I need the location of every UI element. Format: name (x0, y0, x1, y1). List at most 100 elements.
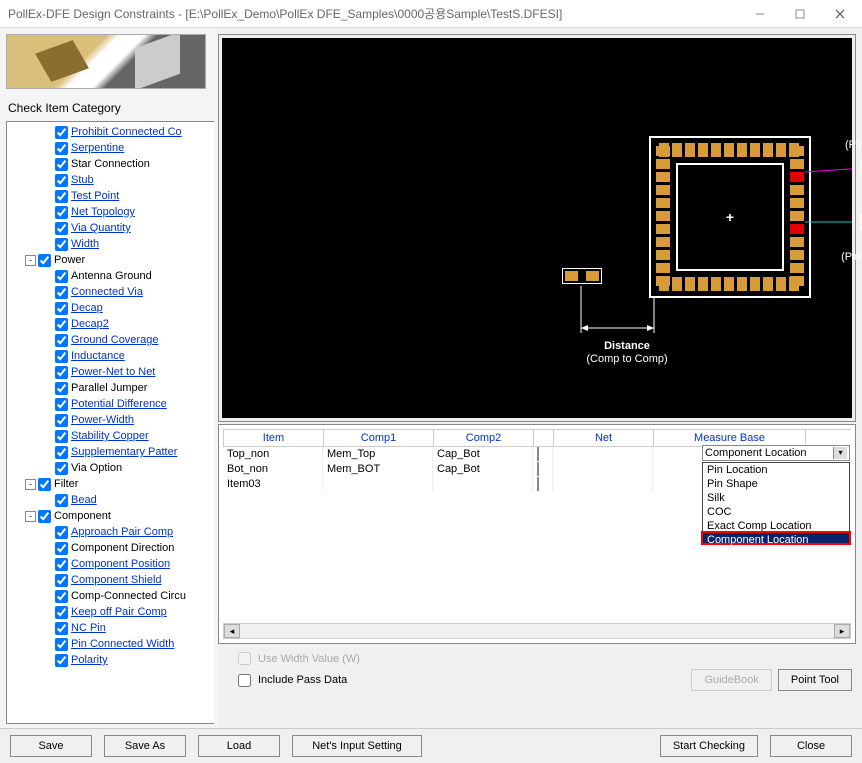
tree-checkbox[interactable] (55, 174, 68, 187)
measure-base-dropdown[interactable]: Pin LocationPin ShapeSilkCOCExact Comp L… (702, 462, 850, 544)
tree-item[interactable]: - Component (7, 508, 214, 524)
maximize-button[interactable] (780, 1, 820, 27)
tree-item[interactable]: Serpentine (7, 140, 214, 156)
tree-item[interactable]: Pin Connected Width (7, 636, 214, 652)
tree-label[interactable]: Component Position (71, 558, 170, 570)
scroll-right-icon[interactable]: ▸ (834, 624, 850, 638)
dropdown-option[interactable]: Silk (703, 491, 849, 505)
col-net[interactable]: Net (554, 430, 654, 447)
tree-item[interactable]: Prohibit Connected Co (7, 124, 214, 140)
tree-checkbox[interactable] (55, 270, 68, 283)
point-tool-button[interactable]: Point Tool (778, 669, 852, 691)
tree-label[interactable]: Bead (71, 494, 97, 506)
tree-item[interactable]: Power-Net to Net (7, 364, 214, 380)
tree-label[interactable]: Test Point (71, 190, 119, 202)
tree-checkbox[interactable] (55, 430, 68, 443)
tree-checkbox[interactable] (55, 542, 68, 555)
tree-label[interactable]: Approach Pair Comp (71, 526, 173, 538)
start-checking-button[interactable]: Start Checking (660, 735, 758, 757)
tree-checkbox[interactable] (55, 206, 68, 219)
tree-label[interactable]: Power-Net to Net (71, 366, 155, 378)
tree-checkbox[interactable] (55, 398, 68, 411)
tree-item[interactable]: Power-Width (7, 412, 214, 428)
tree-checkbox[interactable] (55, 494, 68, 507)
tree-checkbox[interactable] (55, 222, 68, 235)
tree-label[interactable]: Pin Connected Width (71, 638, 174, 650)
tree-item[interactable]: Via Quantity (7, 220, 214, 236)
tree-label[interactable]: Parallel Jumper (71, 382, 147, 394)
guidebook-button[interactable]: GuideBook (691, 669, 771, 691)
tree-checkbox[interactable] (55, 286, 68, 299)
tree-item[interactable]: Polarity (7, 652, 214, 668)
tree-item[interactable]: Ground Coverage (7, 332, 214, 348)
tree-item[interactable]: Antenna Ground (7, 268, 214, 284)
tree-checkbox[interactable] (55, 238, 68, 251)
tree-checkbox[interactable] (55, 638, 68, 651)
net-input-button[interactable]: Net's Input Setting (292, 735, 422, 757)
tree-checkbox[interactable] (55, 158, 68, 171)
tree-label[interactable]: Antenna Ground (71, 270, 152, 282)
tree-checkbox[interactable] (55, 190, 68, 203)
tree-item[interactable]: NC Pin (7, 620, 214, 636)
tree-item[interactable]: -Power (7, 252, 214, 268)
tree-item[interactable]: Decap2 (7, 316, 214, 332)
minimize-button[interactable] (740, 1, 780, 27)
tree-label[interactable]: Component (54, 510, 111, 522)
close-bottom-button[interactable]: Close (770, 735, 852, 757)
tree-label[interactable]: Star Connection (71, 158, 150, 170)
tree-label[interactable]: Component Shield (71, 574, 162, 586)
tree-label[interactable]: Decap2 (71, 318, 109, 330)
tree-checkbox[interactable] (55, 462, 68, 475)
tree-checkbox[interactable] (55, 622, 68, 635)
tree-checkbox[interactable] (55, 382, 68, 395)
tree-label[interactable]: NC Pin (71, 622, 106, 634)
tree-label[interactable]: Ground Coverage (71, 334, 158, 346)
tree-checkbox[interactable] (55, 558, 68, 571)
dropdown-option[interactable]: Pin Shape (703, 477, 849, 491)
tree-label[interactable]: Serpentine (71, 142, 124, 154)
dropdown-option[interactable]: Component Location (701, 531, 851, 545)
save-as-button[interactable]: Save As (104, 735, 186, 757)
tree-label[interactable]: Polarity (71, 654, 108, 666)
tree-item[interactable]: Approach Pair Comp (7, 524, 214, 540)
measure-base-select[interactable]: Component Location▾ (702, 445, 850, 461)
col-comp1[interactable]: Comp1 (324, 430, 434, 447)
expand-icon[interactable]: - (25, 511, 36, 522)
tree-label[interactable]: Decap (71, 302, 103, 314)
load-button[interactable]: Load (198, 735, 280, 757)
tree-item[interactable]: Stub (7, 172, 214, 188)
tree-label[interactable]: Supplementary Patter (71, 446, 177, 458)
tree-item[interactable]: Width (7, 236, 214, 252)
tree-checkbox[interactable] (55, 318, 68, 331)
tree-label[interactable]: Potential Difference (71, 398, 167, 410)
tree-checkbox[interactable] (55, 126, 68, 139)
table-hscroll[interactable]: ◂ ▸ (223, 623, 851, 639)
tree-checkbox[interactable] (55, 414, 68, 427)
tree-label[interactable]: Width (71, 238, 99, 250)
tree-item[interactable]: Component Direction (7, 540, 214, 556)
tree-label[interactable]: Stability Copper (71, 430, 149, 442)
col-check[interactable] (534, 430, 554, 447)
tree-checkbox[interactable] (55, 654, 68, 667)
tree-checkbox[interactable] (38, 510, 51, 523)
tree-item[interactable]: Parallel Jumper (7, 380, 214, 396)
tree-checkbox[interactable] (55, 446, 68, 459)
expand-icon[interactable]: - (25, 479, 36, 490)
check-item-tree[interactable]: Prohibit Connected Co Serpentine Star Conn… (6, 121, 214, 724)
use-width-checkbox[interactable]: Use Width Value (W) (238, 652, 360, 665)
tree-label[interactable]: Filter (54, 478, 78, 490)
tree-item[interactable]: - Filter (7, 476, 214, 492)
tree-item[interactable]: Inductance (7, 348, 214, 364)
close-button[interactable] (820, 1, 860, 27)
save-button[interactable]: Save (10, 735, 92, 757)
tree-item[interactable]: Net Topology (7, 204, 214, 220)
tree-item[interactable]: Test Point (7, 188, 214, 204)
dropdown-option[interactable]: COC (703, 505, 849, 519)
include-pass-checkbox[interactable]: Include Pass Data (238, 674, 347, 687)
tree-label[interactable]: Power-Width (71, 414, 134, 426)
tree-label[interactable]: Prohibit Connected Co (71, 126, 182, 138)
tree-label[interactable]: Comp-Connected Circu (71, 590, 186, 602)
tree-label[interactable]: Net Topology (71, 206, 135, 218)
col-comp2[interactable]: Comp2 (434, 430, 534, 447)
tree-item[interactable]: Comp-Connected Circu (7, 588, 214, 604)
